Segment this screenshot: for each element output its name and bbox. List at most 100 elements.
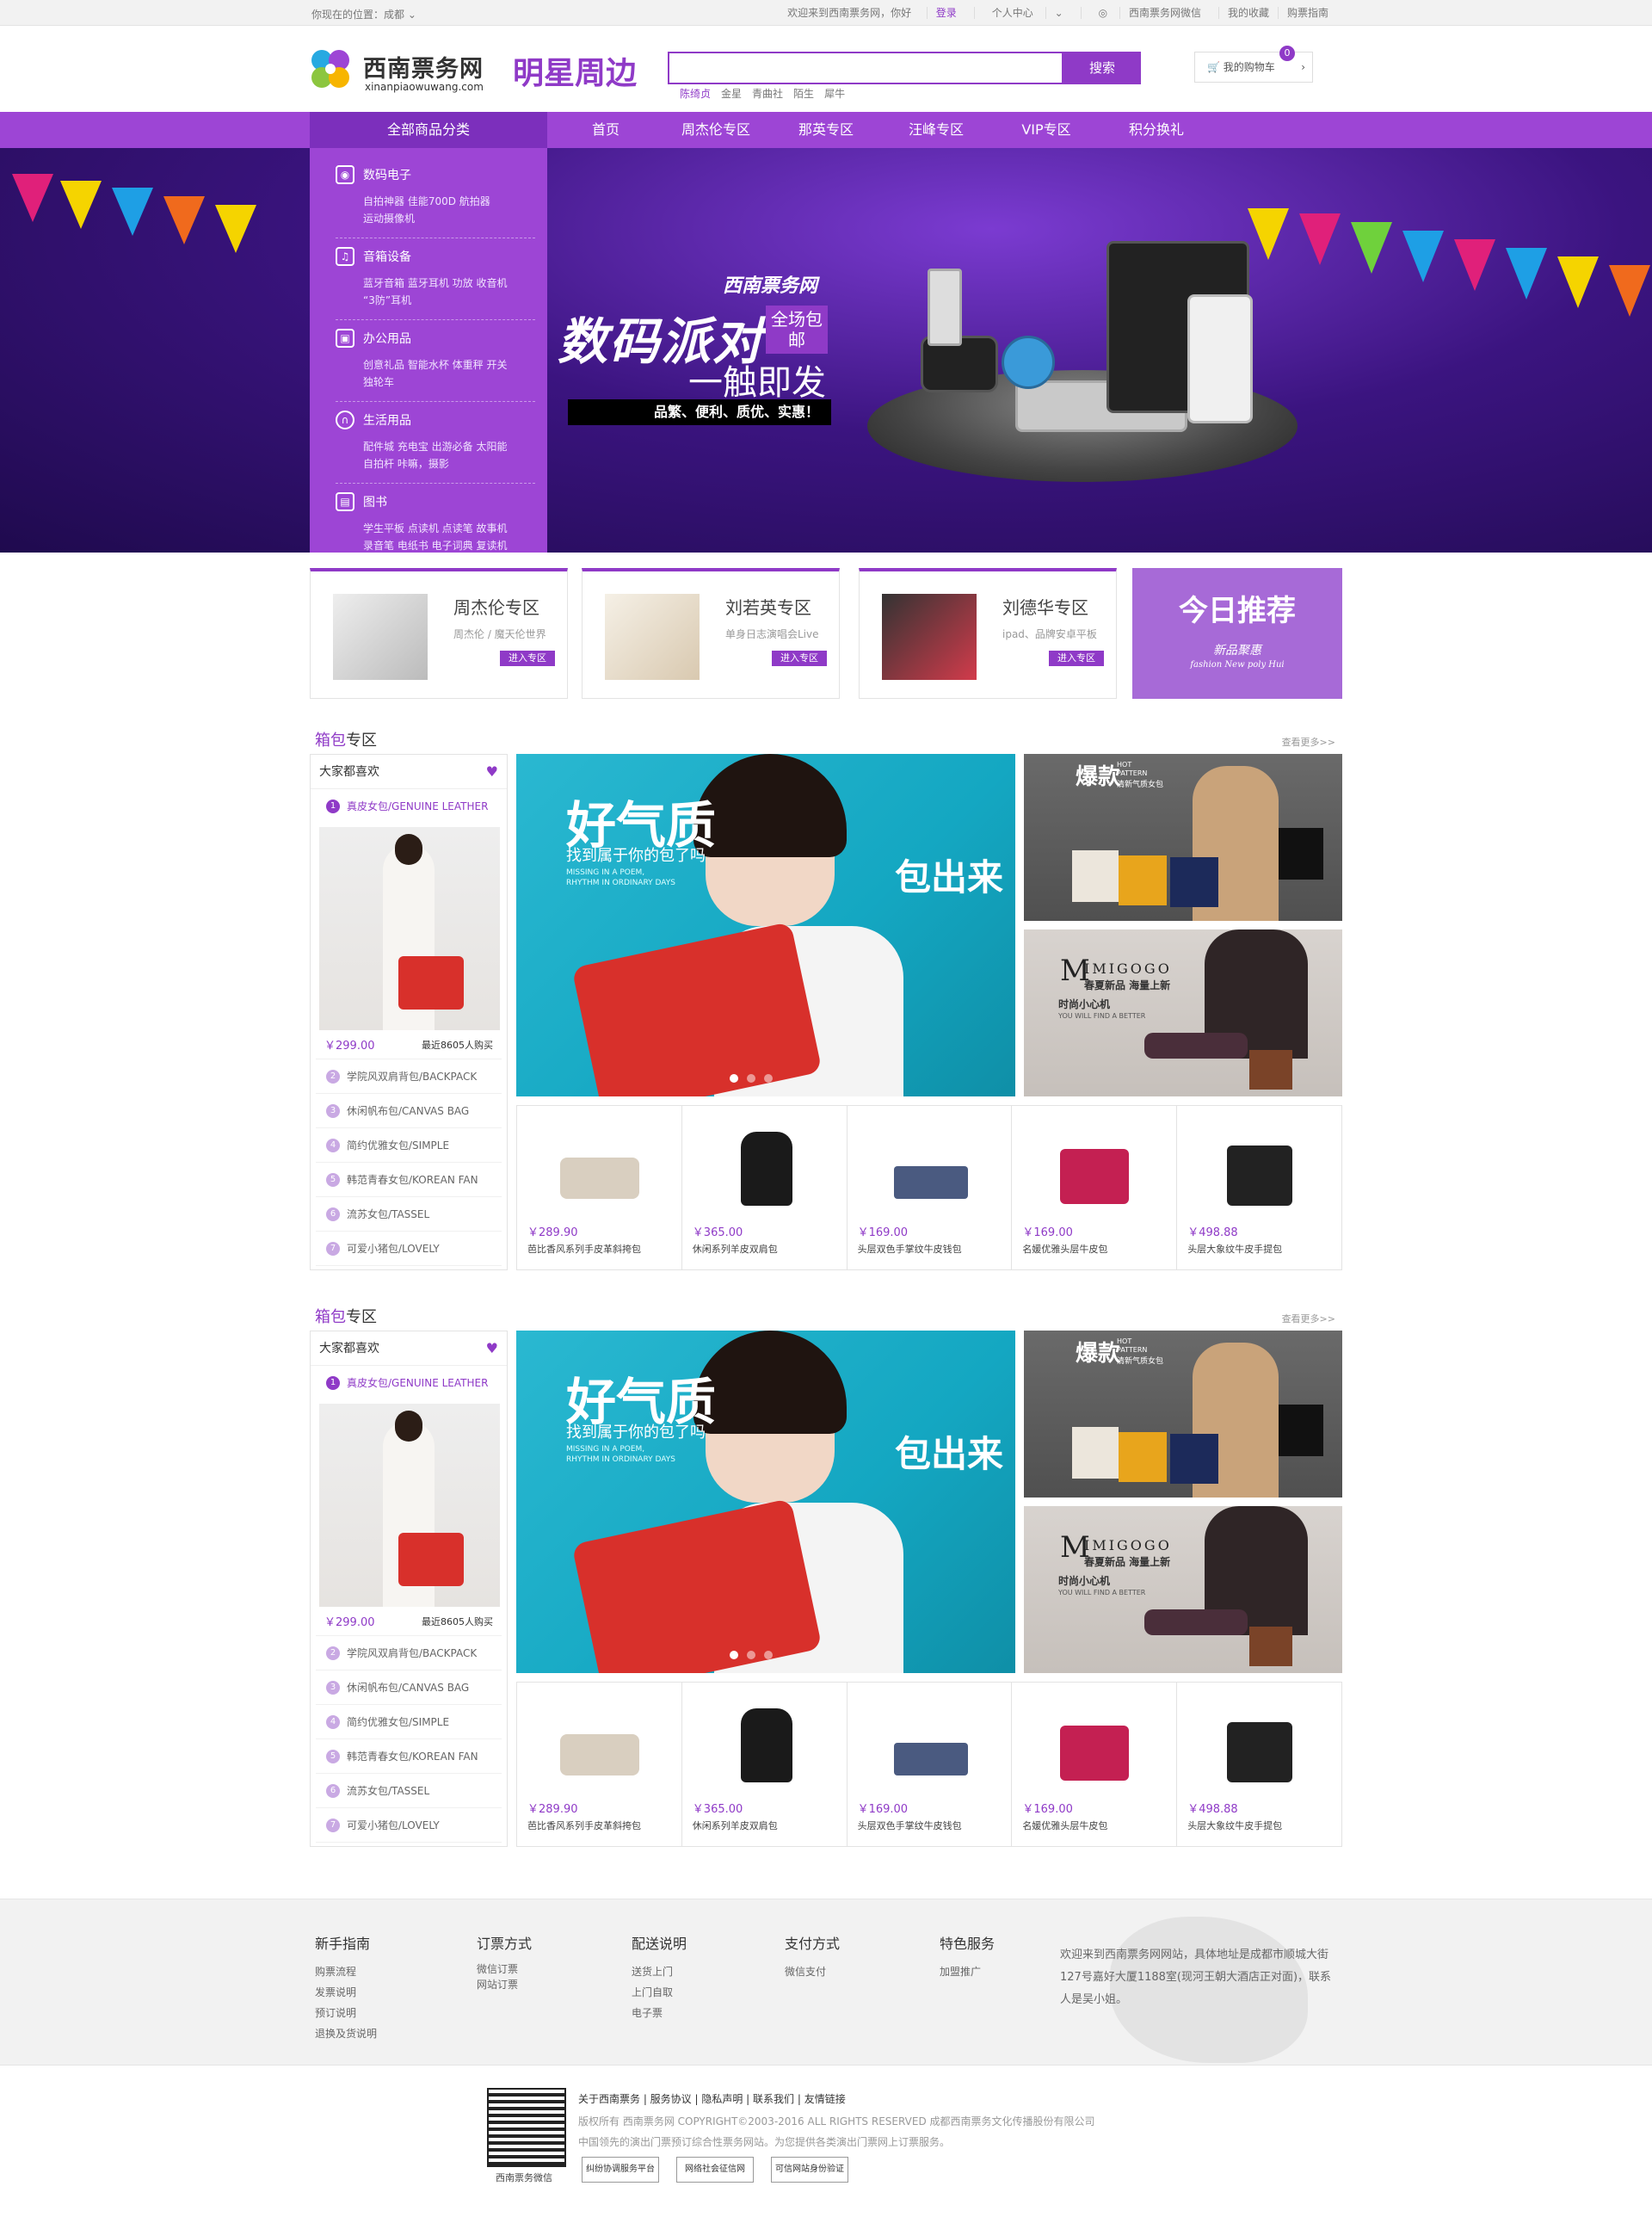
carousel-dot[interactable] [747,1651,755,1659]
category-links[interactable]: “3防”耳机 [336,292,535,309]
trust-badge[interactable]: 纠纷协调服务平台 [582,2157,659,2183]
trust-badge[interactable]: 网络社会征信网 [676,2157,754,2183]
footer-link[interactable]: 微信订票 [477,1961,532,1977]
wechat-link[interactable]: ◎ 西南票务网微信 [1080,7,1218,19]
footer-link[interactable]: 送货上门 [632,1961,687,1982]
carousel-dot[interactable] [730,1074,738,1083]
category-links[interactable]: 自拍神器 佳能700D 航拍器 [336,193,535,210]
ranking-item[interactable]: 2 学院风双肩背包/BACKPACK [316,1059,502,1094]
product-card[interactable]: ￥289.90 芭比香风系列手皮革斜挎包 [517,1683,682,1846]
footer-link[interactable]: 加盟推广 [940,1961,995,1982]
ranking-item[interactable]: 4 简约优雅女包/SIMPLE [316,1128,502,1163]
footer-link[interactable]: 微信支付 [785,1961,840,1982]
zone-card-liudehua[interactable]: 刘德华专区 ipad、品牌安卓平板 进入专区 [859,568,1117,699]
section-main-banner[interactable]: 好气质 找到属于你的包了吗 MISSING IN A POEM, RHYTHM I… [516,1331,1015,1673]
carousel-dot[interactable] [764,1074,773,1083]
zone-card-liuruoying[interactable]: 刘若英专区 单身日志演唱会Live 进入专区 [582,568,840,699]
today-recommend[interactable]: 今日推荐 新品聚惠 fashion New poly Hui [1132,568,1342,699]
enter-zone-button[interactable]: 进入专区 [772,651,827,666]
ranking-item[interactable]: 7 可爱小猪包/LOVELY [316,1808,502,1843]
ranking-item[interactable]: 3 休闲帆布包/CANVAS BAG [316,1670,502,1705]
guide-link[interactable]: 购票指南 [1277,7,1337,19]
footer-link[interactable]: 电子票 [632,2003,687,2023]
category-digital[interactable]: ◉ 数码电子 自拍神器 佳能700D 航拍器 运动摄像机 [336,157,535,238]
nav-item-naying[interactable]: 那英专区 [771,112,881,148]
hot-word[interactable]: 青曲社 [752,86,783,101]
ranking-item[interactable]: 1 真皮女包/GENUINE LEATHER [316,1366,502,1400]
category-links[interactable]: 创意礼品 智能水杯 体重秤 开关 [336,356,535,374]
ranking-item[interactable]: 6 流苏女包/TASSEL [316,1197,502,1232]
promo-mimigogo[interactable]: M IMIGOGO 春夏新品 海量上新 时尚小心机 YOU WILL FIND … [1024,929,1342,1096]
product-card[interactable]: ￥498.88 头层大象纹牛皮手提包 [1177,1683,1341,1846]
view-more-link[interactable]: 查看更多>> [1282,735,1335,749]
search-input[interactable] [669,53,1062,83]
promo-hot-pattern[interactable]: 爆款 HOT PATTERN 清新气质女包 [1024,1331,1342,1498]
product-card[interactable]: ￥169.00 头层双色手掌纹牛皮钱包 [848,1106,1013,1269]
category-links[interactable]: 学生平板 点读机 点读笔 故事机 [336,520,535,537]
ranking-item[interactable]: 5 韩范青春女包/KOREAN FAN [316,1739,502,1774]
category-links[interactable]: 运动摄像机 [336,210,535,227]
category-links[interactable]: 录音笔 电纸书 电子词典 复读机 [336,537,535,554]
zone-card-jay[interactable]: 周杰伦专区 周杰伦 / 魔天伦世界 进入专区 [310,568,568,699]
hot-word[interactable]: 金星 [721,86,742,101]
personal-center-link[interactable]: 个人中心 ⌄ [973,7,1081,19]
product-card[interactable]: ￥169.00 名媛优雅头层牛皮包 [1012,1683,1178,1846]
category-books[interactable]: ▤ 图书 学生平板 点读机 点读笔 故事机 录音笔 电纸书 电子词典 复读机 [336,484,535,565]
category-links[interactable]: 自拍杆 咔嘛，摄影 [336,455,535,472]
ranking-product-image[interactable] [319,827,500,1030]
footer-link[interactable]: 退换及货说明 [315,2023,377,2044]
footer-link[interactable]: 网站订票 [477,1977,532,1992]
promo-mimigogo[interactable]: M IMIGOGO 春夏新品 海量上新 时尚小心机 YOU WILL FIND … [1024,1506,1342,1673]
category-audio[interactable]: ♫ 音箱设备 蓝牙音箱 蓝牙耳机 功放 收音机 “3防”耳机 [336,238,535,320]
nav-item-home[interactable]: 首页 [551,112,661,148]
nav-item-wangfeng[interactable]: 汪峰专区 [881,112,991,148]
product-card[interactable]: ￥498.88 头层大象纹牛皮手提包 [1177,1106,1341,1269]
carousel-dot[interactable] [747,1074,755,1083]
ranking-item[interactable]: 5 韩范青春女包/KOREAN FAN [316,1163,502,1197]
favorites-link[interactable]: 我的收藏 [1217,7,1278,19]
product-card[interactable]: ￥365.00 休闲系列羊皮双肩包 [682,1683,848,1846]
cart-button[interactable]: 🛒 我的购物车 › 0 [1194,46,1313,83]
ranking-item[interactable]: 7 可爱小猪包/LOVELY [316,1232,502,1266]
category-links[interactable]: 配件城 充电宝 出游必备 太阳能 [336,438,535,455]
promo-hot-pattern[interactable]: 爆款 HOT PATTERN 清新气质女包 [1024,754,1342,921]
hot-word[interactable]: 陌生 [793,86,814,101]
enter-zone-button[interactable]: 进入专区 [500,651,555,666]
footer-link[interactable]: 预订说明 [315,2003,377,2023]
footer-link[interactable]: 发票说明 [315,1982,377,2003]
hero-banner[interactable]: 西南票务网 数码派对 全场包邮 一触即发 品繁、便利、质优、实惠！ [0,148,1652,553]
section-main-banner[interactable]: 好气质 找到属于你的包了吗 MISSING IN A POEM, RHYTHM I… [516,754,1015,1096]
footer-nav-links[interactable]: 关于西南票务 | 服务协议 | 隐私声明 | 联系我们 | 友情链接 [578,2091,846,2106]
hot-word[interactable]: 犀牛 [824,86,845,101]
hot-word[interactable]: 陈绮贞 [680,86,711,101]
all-categories-button[interactable]: 全部商品分类 [310,112,547,148]
footer-link[interactable]: 购票流程 [315,1961,377,1982]
carousel-dot[interactable] [730,1651,738,1659]
ranking-item[interactable]: 3 休闲帆布包/CANVAS BAG [316,1094,502,1128]
search-button[interactable]: 搜索 [1063,52,1141,84]
category-life[interactable]: ∩ 生活用品 配件城 充电宝 出游必备 太阳能 自拍杆 咔嘛，摄影 [336,402,535,484]
site-logo[interactable]: 西南票务网 xinanpiaowuwang.com [306,45,504,98]
trust-badge[interactable]: 可信网站身份验证 [771,2157,848,2183]
location-selector[interactable]: 你现在的位置：成都 ⌄ [311,7,416,22]
product-card[interactable]: ￥365.00 休闲系列羊皮双肩包 [682,1106,848,1269]
category-links[interactable]: 独轮车 [336,374,535,391]
ranking-item[interactable]: 1 真皮女包/GENUINE LEATHER [316,789,502,824]
carousel-dot[interactable] [764,1651,773,1659]
nav-item-points[interactable]: 积分换礼 [1101,112,1211,148]
nav-item-jay[interactable]: 周杰伦专区 [661,112,771,148]
product-card[interactable]: ￥289.90 芭比香风系列手皮革斜挎包 [517,1106,682,1269]
nav-item-vip[interactable]: VIP专区 [991,112,1101,148]
login-link[interactable]: 登录 [926,7,965,19]
view-more-link[interactable]: 查看更多>> [1282,1312,1335,1325]
footer-link[interactable]: 上门自取 [632,1982,687,2003]
ranking-product-image[interactable] [319,1404,500,1607]
ranking-item[interactable]: 6 流苏女包/TASSEL [316,1774,502,1808]
ranking-item[interactable]: 4 简约优雅女包/SIMPLE [316,1705,502,1739]
product-card[interactable]: ￥169.00 头层双色手掌纹牛皮钱包 [848,1683,1013,1846]
product-card[interactable]: ￥169.00 名媛优雅头层牛皮包 [1012,1106,1178,1269]
category-links[interactable]: 蓝牙音箱 蓝牙耳机 功放 收音机 [336,275,535,292]
ranking-item[interactable]: 2 学院风双肩背包/BACKPACK [316,1636,502,1670]
category-office[interactable]: ▣ 办公用品 创意礼品 智能水杯 体重秤 开关 独轮车 [336,320,535,402]
enter-zone-button[interactable]: 进入专区 [1049,651,1104,666]
